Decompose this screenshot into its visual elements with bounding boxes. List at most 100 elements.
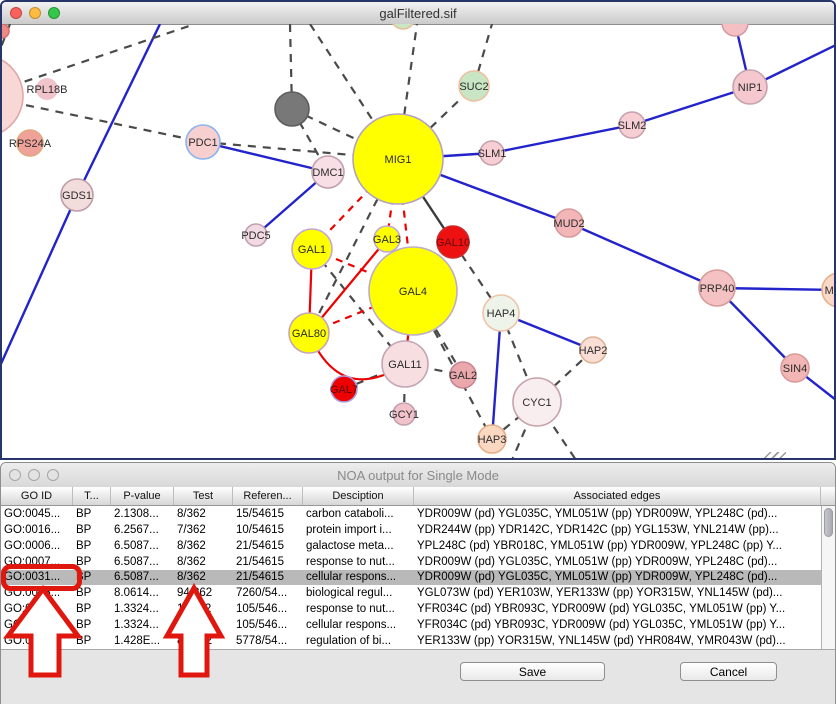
cell-pvalue: 2.1308... [111,508,174,520]
node-graynode[interactable] [275,92,309,126]
cell-goid: GO:0016... [1,524,73,536]
table-row[interactable]: GO:0065...BP8.0614...94/3627260/54...bio… [1,585,821,601]
table-row[interactable]: GO:0031...BP1.3324...11/362105/546...cel… [1,617,821,633]
cell-ref: 5778/54... [233,635,303,647]
zoom-button[interactable] [48,7,60,19]
cell-ref: 105/546... [233,619,303,631]
cell-goid: GO:0050... [1,635,73,647]
table-bottom-border [1,649,836,650]
cell-edges: YDR009W (pd) YGL035C, YML051W (pp) YDR00… [414,556,821,568]
window-controls-inactive [9,469,59,481]
cell-type: BP [73,508,111,520]
cell-pvalue: 1.428E... [111,635,174,647]
cell-test: 80/362 [174,635,233,647]
column-header-pvalue[interactable]: P-value [111,487,174,505]
node-label-GAL11: GAL11 [388,359,421,371]
column-header-ref[interactable]: Referen... [233,487,303,505]
network-window-titlebar[interactable]: galFiltered.sif [2,2,834,25]
node-label-PDC1: PDC1 [188,137,217,149]
cell-pvalue: 1.3324... [111,603,174,615]
minimize-button[interactable] [29,7,41,19]
node-label-MIG1: MIG1 [385,154,412,166]
cell-desc: cellular respons... [303,619,414,631]
edge-pp [569,223,717,288]
cell-ref: 10/54615 [233,524,303,536]
cell-desc: carbon cataboli... [303,508,414,520]
noa-window-titlebar[interactable]: NOA output for Single Mode [1,463,835,488]
cell-ref: 21/54615 [233,571,303,583]
close-button[interactable] [10,7,22,19]
cancel-button[interactable]: Cancel [680,662,777,681]
cell-test: 11/362 [174,619,233,631]
scrollbar-thumb[interactable] [824,508,833,537]
noa-output-window: NOA output for Single Mode GO IDT...P-va… [0,462,836,704]
scrollbar-corner [821,487,836,505]
node-topright[interactable] [722,24,748,36]
column-header-test[interactable]: Test [174,487,233,505]
cell-desc: response to nut... [303,556,414,568]
cell-type: BP [73,571,111,583]
table-row[interactable]: GO:0006...BP6.5087...8/36221/54615galact… [1,538,821,554]
edge-pp [2,195,77,366]
cell-test: 8/362 [174,508,233,520]
node-label-GAL80: GAL80 [292,328,326,340]
column-header-goid[interactable]: GO ID [1,487,73,505]
table-row[interactable]: GO:0031...BP1.3324...11/362105/546...res… [1,601,821,617]
cell-desc: biological regul... [303,587,414,599]
cell-type: BP [73,603,111,615]
node-label-RPS24A: RPS24A [9,138,52,150]
table-row[interactable]: GO:0016...BP6.2567...7/36210/54615protei… [1,522,821,538]
cell-test: 8/362 [174,556,233,568]
node-bigleft[interactable] [2,55,23,137]
zoom-button[interactable] [47,469,59,481]
edge-pp [632,87,750,125]
table-row[interactable]: GO:0050...BP1.428E...80/3625778/54...reg… [1,633,821,649]
cell-test: 8/362 [174,540,233,552]
network-canvas[interactable]: RPL18BRPS24AGDS1PDC1DMC1MIG1SUC2SLM1SLM2… [2,24,834,458]
table-row[interactable]: GO:0031...BP6.5087...8/36221/54615cellul… [1,570,821,586]
node-label-NIP1: NIP1 [738,82,762,94]
edge-pp [492,125,632,153]
column-header-type[interactable]: T... [73,487,111,505]
window-title: NOA output for Single Mode [337,468,499,483]
close-button[interactable] [9,469,21,481]
cell-type: BP [73,556,111,568]
node-label-GAL7: GAL7 [330,384,358,396]
results-table: GO:0045...BP2.1308...8/36215/54615carbon… [1,506,821,649]
table-row[interactable]: GO:0007...BP6.5087...8/36221/54615respon… [1,554,821,570]
cell-desc: protein import i... [303,524,414,536]
cell-pvalue: 8.0614... [111,587,174,599]
node-label-GAL3: GAL3 [373,234,401,246]
cell-pvalue: 1.3324... [111,619,174,631]
cell-pvalue: 6.5087... [111,556,174,568]
column-header-edges[interactable]: Associated edges [414,487,821,505]
cell-type: BP [73,635,111,647]
cell-type: BP [73,619,111,631]
cell-goid: GO:0031... [1,571,73,583]
resize-grip-icon[interactable] [764,452,786,460]
cell-ref: 7260/54... [233,587,303,599]
column-header-desc[interactable]: Desciption [303,487,414,505]
node-label-MSL1: MSL1 [825,285,834,297]
cell-goid: GO:0007... [1,556,73,568]
cell-ref: 15/54615 [233,508,303,520]
cell-ref: 21/54615 [233,540,303,552]
table-row[interactable]: GO:0045...BP2.1308...8/36215/54615carbon… [1,506,821,522]
node-label-HAP3: HAP3 [478,434,507,446]
node-label-GCY1: GCY1 [389,409,419,421]
vertical-scrollbar[interactable] [821,506,836,649]
cell-ref: 105/546... [233,603,303,615]
node-cornerTL[interactable] [2,24,9,38]
window-title: galFiltered.sif [379,6,456,21]
node-topGreen[interactable] [391,24,415,29]
cell-type: BP [73,587,111,599]
cell-type: BP [73,524,111,536]
cell-desc: response to nut... [303,603,414,615]
cell-goid: GO:0006... [1,540,73,552]
save-button[interactable]: Save [460,662,605,681]
cell-edges: YGL073W (pd) YER103W, YER133W (pp) YOR31… [414,587,821,599]
cell-edges: YDR244W (pp) YDR142C, YDR142C (pp) YGL15… [414,524,821,536]
minimize-button[interactable] [28,469,40,481]
cell-edges: YFR034C (pd) YBR093C, YDR009W (pd) YGL03… [414,619,821,631]
cell-edges: YPL248C (pd) YBR018C, YML051W (pp) YDR00… [414,540,821,552]
